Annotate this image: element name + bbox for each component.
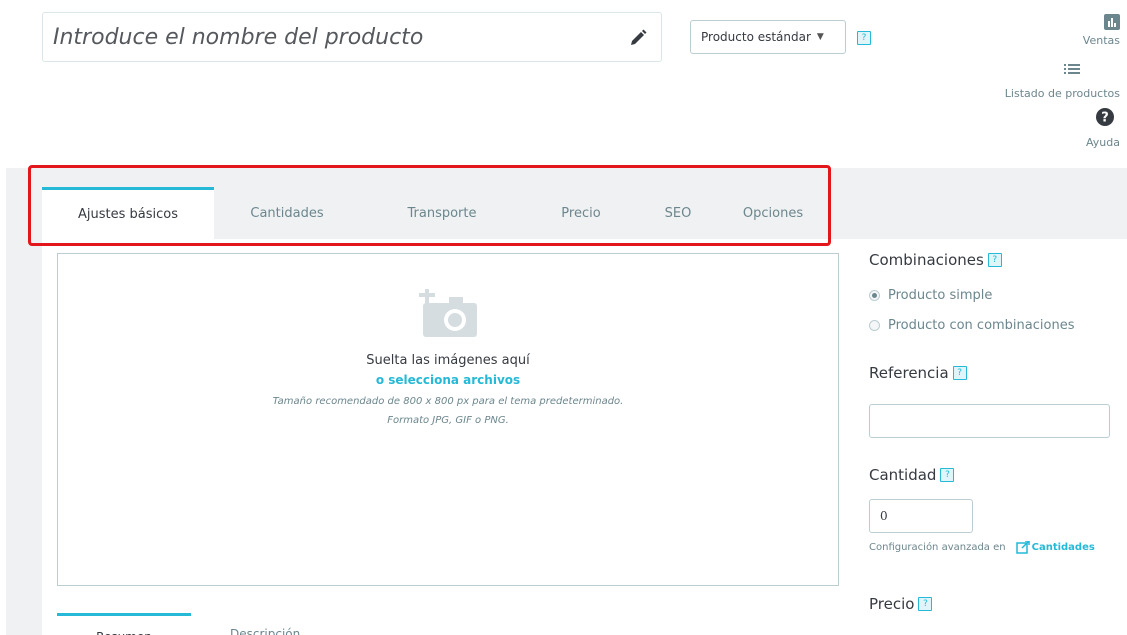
combinations-section: Combinaciones ?: [869, 251, 1002, 269]
help-icon[interactable]: ?: [952, 366, 967, 380]
product-name-input[interactable]: [42, 12, 662, 62]
add-photo-icon: [419, 289, 477, 337]
tab-resumen[interactable]: Resumen: [57, 613, 191, 635]
external-link-icon: [1015, 541, 1030, 554]
nav-ventas-label: Ventas: [1082, 34, 1120, 47]
advanced-config-text: Configuración avanzada en: [869, 542, 1006, 553]
tab-descripcion[interactable]: Descripción: [230, 627, 300, 635]
quantity-title: Cantidad: [869, 466, 937, 484]
tab-seo[interactable]: SEO: [638, 187, 718, 239]
nav-listado[interactable]: Listado de productos: [1005, 63, 1120, 100]
help-circle-icon: ?: [1096, 108, 1114, 126]
advanced-link-label: Cantidades: [1031, 542, 1095, 553]
dropzone-drop-text: Suelta las imágenes aquí: [366, 353, 530, 368]
help-icon[interactable]: ?: [918, 597, 933, 611]
bar-chart-icon: [1104, 14, 1120, 30]
svg-text:?: ?: [1101, 111, 1109, 126]
quantity-input[interactable]: [869, 499, 973, 533]
tab-opciones[interactable]: Opciones: [718, 187, 828, 239]
radio-simple-product[interactable]: Producto simple: [869, 288, 992, 303]
reference-title: Referencia: [869, 364, 949, 382]
radio-product-combinations[interactable]: Producto con combinaciones: [869, 318, 1074, 333]
product-tabs: Ajustes básicos Cantidades Transporte Pr…: [42, 187, 828, 239]
radio-unchecked-icon: [869, 320, 880, 331]
nav-ayuda[interactable]: ? Ayuda: [1086, 108, 1120, 149]
help-icon[interactable]: ?: [987, 253, 1002, 267]
radio-checked-icon: [869, 290, 880, 301]
tab-ajustes-basicos[interactable]: Ajustes básicos: [42, 187, 214, 239]
advanced-quantities-link[interactable]: Cantidades: [1015, 541, 1095, 554]
tab-cantidades[interactable]: Cantidades: [214, 187, 360, 239]
product-type-value: Producto estándar: [701, 30, 811, 44]
price-section: Precio ?: [869, 595, 933, 613]
dropzone-size-hint: Tamaño recomendado de 800 x 800 px para …: [272, 396, 624, 407]
radio-simple-label: Producto simple: [888, 288, 993, 303]
pencil-icon[interactable]: [628, 28, 648, 48]
dropzone-format-hint: Formato JPG, GIF o PNG.: [387, 415, 509, 426]
radio-combinations-label: Producto con combinaciones: [888, 318, 1075, 333]
tab-precio[interactable]: Precio: [524, 187, 638, 239]
advanced-config: Configuración avanzada en Cantidades: [869, 541, 1095, 554]
quantity-section: Cantidad ?: [869, 466, 955, 484]
select-files-link[interactable]: o selecciona archivos: [57, 373, 839, 387]
product-type-select[interactable]: Producto estándar ▼: [690, 20, 846, 54]
help-icon[interactable]: ?: [857, 31, 871, 45]
nav-ayuda-label: Ayuda: [1086, 136, 1120, 149]
reference-section: Referencia ?: [869, 364, 967, 382]
combinations-title: Combinaciones: [869, 251, 984, 269]
reference-input[interactable]: [869, 404, 1110, 438]
price-title: Precio: [869, 595, 915, 613]
caret-down-icon: ▼: [816, 32, 824, 42]
nav-listado-label: Listado de productos: [1004, 87, 1120, 100]
list-icon: [1064, 64, 1080, 74]
help-icon[interactable]: ?: [940, 468, 955, 482]
nav-ventas[interactable]: Ventas: [1083, 14, 1120, 47]
tab-transporte[interactable]: Transporte: [360, 187, 524, 239]
